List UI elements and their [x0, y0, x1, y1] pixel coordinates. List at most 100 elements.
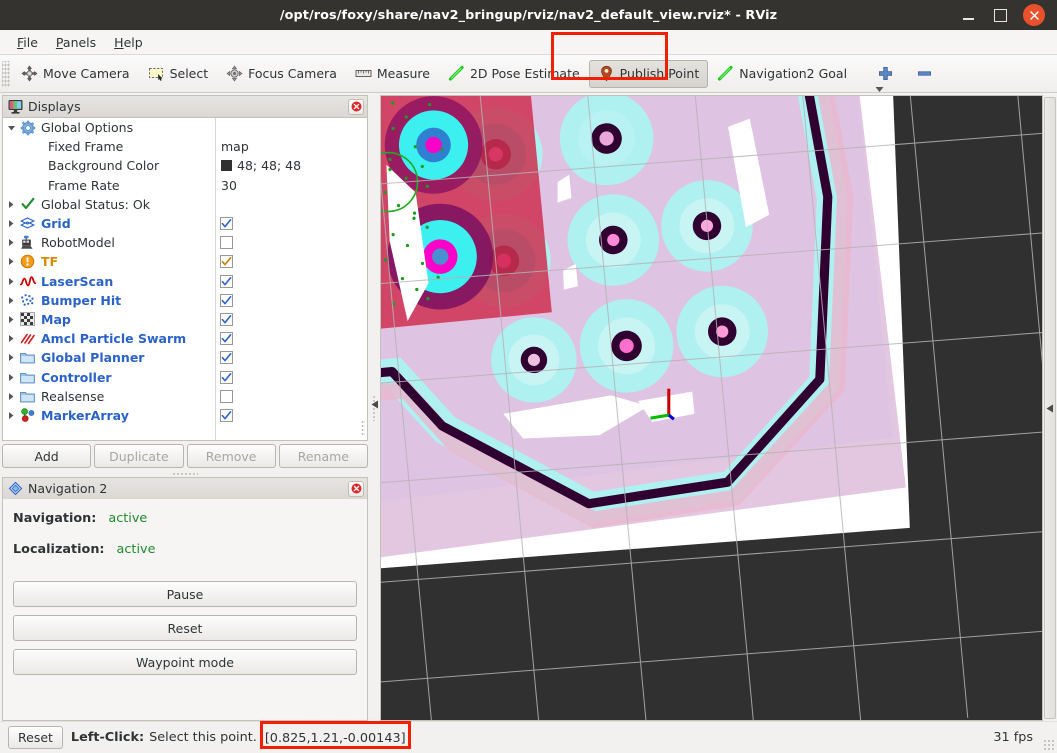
collapse-left-arrow-icon[interactable] [371, 400, 379, 409]
displays-panel-close-button[interactable] [348, 98, 364, 115]
status-reset-button[interactable]: Reset [8, 726, 63, 749]
display-row-global-status-ok[interactable]: Global Status: Ok [3, 195, 367, 214]
display-row-value[interactable]: 30 [221, 178, 237, 193]
right-dock-splitter[interactable] [1043, 95, 1057, 721]
display-row-map[interactable]: Map [3, 310, 367, 329]
tool-focus-camera[interactable]: Focus Camera [217, 60, 346, 88]
menu-panels[interactable]: Panels [47, 33, 105, 52]
right-splitter-bar[interactable] [1044, 97, 1056, 719]
display-row-label: Grid [41, 216, 71, 232]
menu-help[interactable]: Help [105, 33, 152, 52]
display-row-value[interactable]: map [221, 139, 249, 154]
display-enabled-checkbox[interactable] [220, 408, 233, 422]
display-row-markerarray[interactable]: MarkerArray [3, 406, 367, 425]
tool-label: Navigation2 Goal [739, 66, 848, 81]
status-hint-text: Select this point. [149, 730, 257, 745]
tool-label: 2D Pose Estimate [469, 66, 580, 81]
pause-button[interactable]: Pause [13, 581, 357, 607]
expand-arrow-icon[interactable] [3, 219, 19, 228]
navigation2-panel: Navigation: active Localization: active … [2, 499, 368, 721]
expand-arrow-icon[interactable] [3, 296, 19, 305]
close-button[interactable] [1023, 4, 1045, 26]
maximize-button[interactable] [991, 6, 1009, 24]
grid-icon [19, 217, 36, 230]
collapse-arrow-icon[interactable] [3, 124, 19, 132]
tool-publish-point[interactable]: Publish Point [588, 59, 709, 88]
tool-measure[interactable]: Measure [346, 60, 439, 88]
expand-arrow-icon[interactable] [3, 257, 19, 266]
display-enabled-checkbox[interactable] [220, 351, 233, 365]
expand-arrow-icon[interactable] [3, 411, 19, 420]
left-dock: Displays Global Options Fixed Frame map Bac… [0, 93, 368, 721]
display-row-realsense[interactable]: Realsense [3, 387, 367, 406]
minimize-button[interactable] [959, 6, 977, 24]
dock-splitter-horizontal[interactable] [2, 470, 368, 477]
display-row-tf[interactable]: TF [3, 252, 367, 271]
menu-bar: File Panels Help [0, 30, 1057, 55]
expand-arrow-icon[interactable] [3, 277, 19, 286]
color-swatch [221, 160, 232, 172]
3d-render-view[interactable] [380, 95, 1043, 721]
tool-select[interactable]: Select [139, 60, 218, 88]
expand-arrow-icon[interactable] [3, 315, 19, 324]
fps-counter: 31 fps [993, 730, 1033, 745]
resize-grip[interactable] [1043, 739, 1055, 751]
tool-move-camera[interactable]: Move Camera [12, 60, 139, 88]
display-enabled-checkbox[interactable] [220, 312, 233, 326]
duplicate-button[interactable]: Duplicate [94, 444, 184, 468]
display-row-global-planner[interactable]: Global Planner [3, 348, 367, 367]
waypoint-mode-button[interactable]: Waypoint mode [13, 649, 357, 675]
display-row-fixed-frame[interactable]: Fixed Frame map [3, 137, 367, 156]
display-row-global-options[interactable]: Global Options [3, 118, 367, 137]
remove-tool-button[interactable] [905, 60, 944, 88]
display-row-grid[interactable]: Grid [3, 214, 367, 233]
display-enabled-checkbox[interactable] [220, 370, 233, 384]
display-row-label: MarkerArray [41, 407, 129, 423]
expand-arrow-icon[interactable] [3, 200, 19, 209]
color-value-text: 48; 48; 48 [237, 158, 302, 174]
display-enabled-checkbox[interactable] [220, 332, 233, 346]
expand-arrow-icon[interactable] [3, 238, 19, 247]
display-enabled-checkbox[interactable] [220, 389, 233, 403]
navigation2-panel-close-button[interactable] [348, 480, 364, 497]
display-row-laserscan[interactable]: LaserScan [3, 272, 367, 291]
toolbar-overflow-button[interactable] [875, 81, 884, 96]
expand-arrow-icon[interactable] [3, 373, 19, 382]
display-row-frame-rate[interactable]: Frame Rate 30 [3, 176, 367, 195]
expand-arrow-icon[interactable] [3, 392, 19, 401]
display-enabled-checkbox[interactable] [220, 217, 233, 231]
toolbar-grip[interactable] [2, 60, 10, 87]
display-enabled-checkbox[interactable] [220, 236, 233, 250]
display-row-label: Amcl Particle Swarm [41, 331, 187, 347]
displays-tree[interactable]: Global Options Fixed Frame map Background C… [2, 117, 368, 441]
add-tool-button[interactable] [866, 60, 905, 88]
display-enabled-checkbox[interactable] [220, 255, 233, 269]
display-enabled-checkbox[interactable] [220, 293, 233, 307]
display-row-label: LaserScan [41, 273, 114, 289]
display-row-amcl-particle-swarm[interactable]: Amcl Particle Swarm [3, 329, 367, 348]
tool-2d-pose-estimate[interactable]: 2D Pose Estimate [439, 60, 589, 88]
display-row-robotmodel[interactable]: RobotModel [3, 233, 367, 252]
dock-splitter-vertical[interactable] [368, 95, 380, 721]
display-row-background-color[interactable]: Background Color 48; 48; 48 [3, 156, 367, 175]
close-icon [351, 483, 361, 494]
title-bar: /opt/ros/foxy/share/nav2_bringup/rviz/na… [0, 0, 1057, 30]
window-buttons [959, 4, 1057, 26]
expand-arrow-icon[interactable] [3, 353, 19, 362]
render-dock [368, 93, 1057, 721]
display-row-value[interactable]: 48; 48; 48 [221, 158, 301, 173]
add-button[interactable]: Add [2, 444, 92, 468]
rename-button[interactable]: Rename [278, 444, 368, 468]
scroll-grip[interactable] [360, 420, 365, 436]
folder-icon [19, 351, 36, 364]
menu-file[interactable]: File [8, 33, 47, 52]
display-row-bumper-hit[interactable]: Bumper Hit [3, 291, 367, 310]
remove-button[interactable]: Remove [186, 444, 276, 468]
display-row-controller[interactable]: Controller [3, 367, 367, 386]
tool-navigation2-goal[interactable]: Navigation2 Goal [708, 60, 856, 88]
reset-navigation-button[interactable]: Reset [13, 615, 357, 641]
displays-scroll-area[interactable] [358, 118, 367, 440]
display-enabled-checkbox[interactable] [220, 274, 233, 288]
expand-arrow-icon[interactable] [3, 334, 19, 343]
collapse-left-arrow-icon[interactable] [1046, 404, 1054, 413]
